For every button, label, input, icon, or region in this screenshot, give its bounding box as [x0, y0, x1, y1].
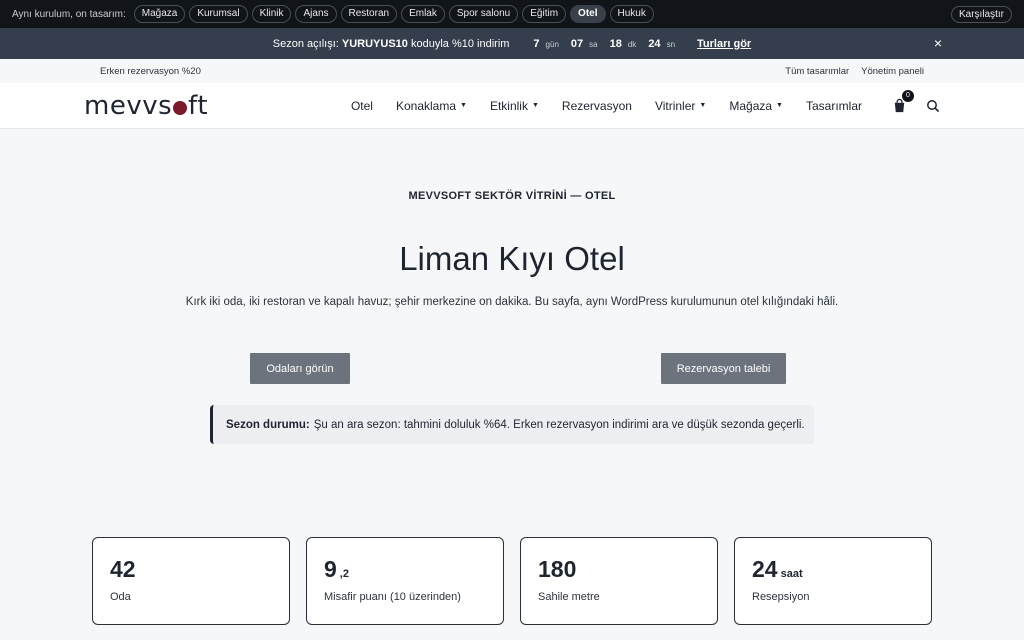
stat-number: 42 — [110, 556, 136, 582]
cart-button[interactable]: 0 — [892, 89, 914, 114]
stat-suffix: ,2 — [339, 568, 349, 580]
demo-bar: Aynı kurulum, on tasarım: Mağaza Kurumsa… — [0, 0, 1024, 28]
nav-items: Otel Konaklama ▼ Etkinlik ▼ Rezervasyon Vi… — [328, 89, 940, 114]
nav-item-etkinlik[interactable]: Etkinlik ▼ — [490, 99, 539, 113]
caret-down-icon: ▼ — [531, 102, 539, 109]
pill-ajans[interactable]: Ajans — [295, 5, 337, 23]
stat-number: 9 — [324, 556, 337, 582]
search-button[interactable] — [926, 99, 940, 113]
nav-item-vitrinler[interactable]: Vitrinler ▼ — [655, 99, 706, 113]
season-notice: Sezon durumu: Şu an ara sezon: tahmini d… — [210, 405, 814, 444]
promo-suffix: koduyla %10 indirim — [410, 37, 510, 50]
stat-number: 24 — [752, 556, 778, 582]
stat-value: 24 saat — [752, 556, 914, 583]
pill-otel[interactable]: Otel — [570, 5, 606, 23]
logo[interactable]: mevvs ft — [84, 91, 208, 121]
hero-subtitle: Kırk iki oda, iki restoran ve kapalı hav… — [185, 296, 839, 308]
logo-dot-icon — [173, 100, 188, 115]
stat-card-beach-distance: 180 Sahile metre — [520, 537, 718, 625]
logo-text-end: ft — [188, 90, 209, 121]
compare-button[interactable]: Karşılaştır — [950, 5, 1012, 23]
nav-item-rezervasyon[interactable]: Rezervasyon — [562, 99, 632, 113]
pill-emlak[interactable]: Emlak — [401, 5, 445, 23]
caret-down-icon: ▼ — [776, 102, 783, 109]
nav-item-konaklama[interactable]: Konaklama ▼ — [396, 99, 467, 113]
caret-down-icon: ▼ — [699, 102, 707, 109]
nav-item-label: Etkinlik — [489, 98, 528, 113]
countdown-days: 7 — [533, 37, 540, 50]
main-nav: mevvs ft Otel Konaklama ▼ Etkinlik ▼ Rezerv… — [0, 83, 1024, 129]
stat-label: Sahile metre — [538, 591, 600, 603]
stat-value: 42 — [110, 556, 272, 583]
season-notice-text: Şu an ara sezon: tahmini doluluk %64. Er… — [313, 418, 805, 431]
pill-hukuk[interactable]: Hukuk — [609, 5, 654, 23]
nav-item-label: Konaklama — [395, 98, 457, 113]
pill-klinik[interactable]: Klinik — [251, 5, 292, 23]
close-icon[interactable]: × — [934, 36, 942, 50]
countdown-minutes: 18 — [609, 37, 622, 50]
stat-number: 180 — [538, 556, 577, 582]
season-notice-label: Sezon durumu: — [226, 418, 310, 431]
countdown-hours: 07 — [570, 37, 584, 50]
nav-item-magaza[interactable]: Mağaza ▼ — [729, 99, 783, 113]
stat-value: 9,2 — [324, 556, 486, 583]
promo-bar: Sezon açılışı: YURUYUS10 koduyla %10 ind… — [0, 28, 1024, 59]
pill-restoran[interactable]: Restoran — [340, 5, 398, 23]
nav-item-label: Tasarımlar — [805, 98, 862, 113]
stat-card-guest-rating: 9,2 Misafir puanı (10 üzerinden) — [306, 537, 504, 625]
countdown-days-unit: gün — [545, 39, 559, 49]
caret-down-icon: ▼ — [460, 102, 467, 109]
nav-item-label: Vitrinler — [654, 98, 696, 113]
all-designs-link[interactable]: Tüm tasarımlar — [785, 66, 849, 77]
nav-item-otel[interactable]: Otel — [351, 99, 373, 113]
countdown: 7 gün 07 sa 18 dk 24 sn — [521, 38, 675, 50]
demo-label: Aynı kurulum, on tasarım: — [12, 8, 126, 20]
countdown-minutes-unit: dk — [627, 39, 637, 49]
pill-magaza[interactable]: Mağaza — [133, 5, 186, 23]
utility-bar: Erken rezervasyon %20 Tüm tasarımlar Yön… — [0, 59, 1024, 83]
stat-label: Resepsiyon — [752, 591, 810, 603]
nav-item-label: Otel — [350, 98, 373, 113]
utility-links: Tüm tasarımlar Yönetim paneli — [785, 66, 924, 77]
admin-panel-link[interactable]: Yönetim paneli — [861, 66, 924, 77]
stat-suffix: saat — [780, 568, 803, 580]
stat-label: Misafir puanı (10 üzerinden) — [324, 591, 461, 603]
promo-text: Sezon açılışı: YURUYUS10 koduyla %10 ind… — [273, 38, 510, 50]
countdown-hours-unit: sa — [589, 39, 598, 49]
nav-item-tasarimlar[interactable]: Tasarımlar — [806, 99, 862, 113]
stat-value: 180 — [538, 556, 700, 583]
reservation-request-button[interactable]: Rezervasyon talebi — [661, 353, 786, 384]
pill-spor-salonu[interactable]: Spor salonu — [448, 5, 519, 23]
stat-card-rooms: 42 Oda — [92, 537, 290, 625]
view-rooms-button[interactable]: Odaları görün — [250, 353, 350, 384]
cart-count-badge: 0 — [902, 89, 914, 102]
nav-item-label: Rezervasyon — [561, 98, 632, 113]
hero-title: Liman Kıyı Otel — [399, 240, 625, 277]
tours-link[interactable]: Turları gör — [697, 38, 751, 50]
search-icon — [927, 99, 940, 112]
early-booking-text: Erken rezervasyon %20 — [100, 65, 201, 77]
promo-prefix: Sezon açılışı: — [272, 37, 339, 50]
nav-item-label: Mağaza — [729, 98, 773, 113]
logo-text-start: mevvs — [84, 90, 173, 121]
hero-eyebrow: MEVVSOFT SEKTÖR VİTRİNİ — OTEL — [408, 190, 616, 202]
stat-label: Oda — [110, 591, 131, 603]
promo-code: YURUYUS10 — [341, 37, 408, 50]
countdown-seconds-unit: sn — [666, 39, 676, 49]
stat-card-reception: 24 saat Resepsiyon — [734, 537, 932, 625]
countdown-seconds: 24 — [648, 37, 661, 50]
pill-kurumsal[interactable]: Kurumsal — [189, 5, 248, 23]
pill-egitim[interactable]: Eğitim — [522, 5, 567, 23]
